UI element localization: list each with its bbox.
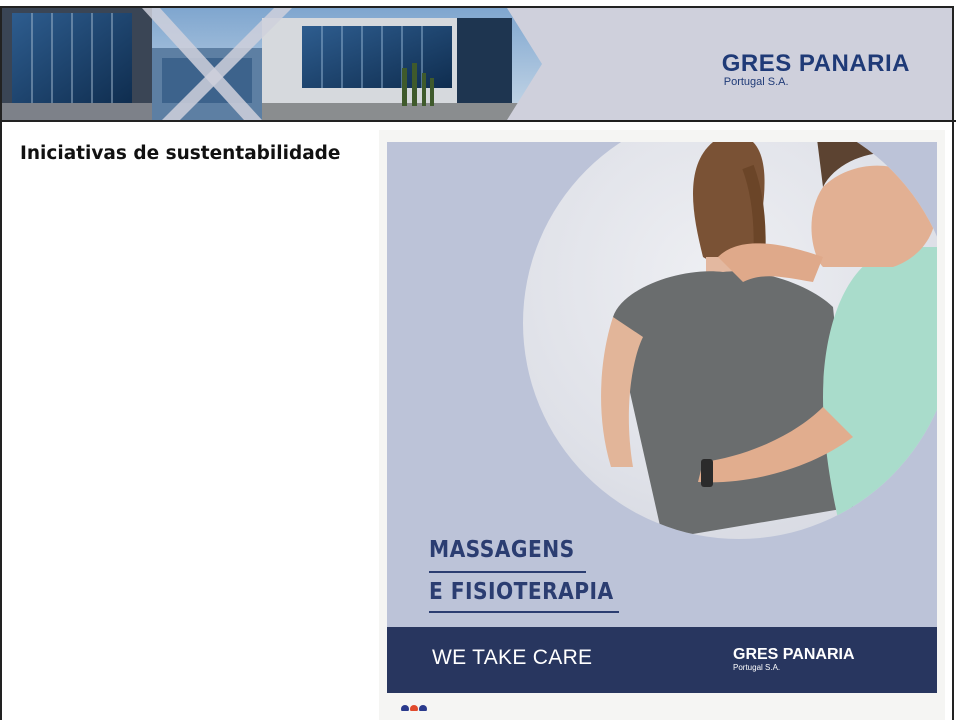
poster-footer-band: WE TAKE CARE GRES PANARIA Portugal S.A. — [387, 627, 937, 693]
title-underline-2 — [429, 611, 619, 613]
logo-title: GRES PANARIA — [721, 50, 910, 77]
section-heading: Iniciativas de sustentabilidade — [20, 143, 341, 164]
title-underline-1 — [429, 571, 586, 573]
poster-background: MASSAGENS E FISIOTERAPIA — [387, 142, 937, 627]
poster-logo-title: GRES PANARIA — [733, 646, 855, 663]
header-divider — [0, 120, 956, 122]
poster-title-line1: MASSAGENS — [429, 537, 575, 563]
poster-image: MASSAGENS E FISIOTERAPIA WE TAKE CARE GR… — [379, 130, 945, 720]
company-logo: GRES PANARIA Portugal S.A. — [721, 50, 910, 89]
logo-subtitle: Portugal S.A. — [723, 76, 789, 88]
building-photo — [2, 8, 562, 120]
poster-title-line2: E FISIOTERAPIA — [429, 579, 614, 605]
poster-logo: GRES PANARIA Portugal S.A. — [733, 646, 855, 673]
header-banner: GRES PANARIA Portugal S.A. — [2, 8, 952, 120]
poster-logo-subtitle: Portugal S.A. — [733, 663, 781, 672]
therapy-photo — [523, 142, 937, 539]
poster-tagline: WE TAKE CARE — [432, 646, 593, 669]
partial-logo-icon — [401, 705, 427, 711]
